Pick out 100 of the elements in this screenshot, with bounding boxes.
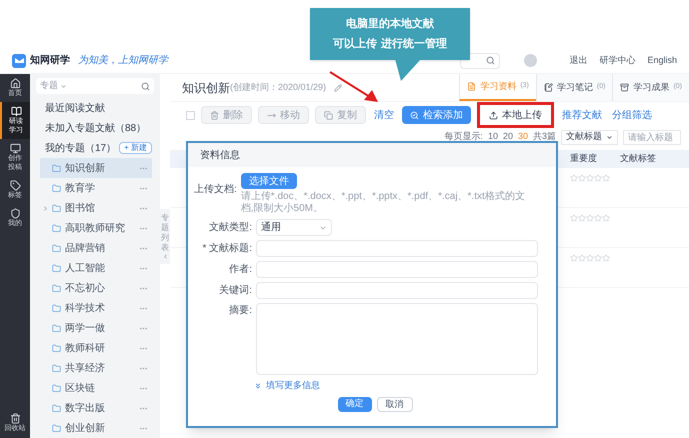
topic-item[interactable]: 教师科研: [40, 338, 152, 358]
local-upload-button[interactable]: 本地上传: [477, 102, 554, 128]
sidebar-link[interactable]: 未加入专题文献（88）: [30, 118, 160, 138]
field-label: * 文献标题:: [202, 242, 253, 256]
topic-item[interactable]: 区块链: [40, 378, 152, 398]
topic-title: 知识创新: [182, 80, 230, 96]
sidebar-link[interactable]: 最近阅读文献: [30, 98, 160, 118]
folder-icon: [52, 284, 61, 292]
folder-icon: [52, 424, 61, 432]
header-link[interactable]: 退出: [569, 54, 588, 68]
chevron-left-icon: [162, 252, 168, 260]
topic-item[interactable]: 不忘初心: [40, 278, 152, 298]
folder-icon: [52, 364, 61, 372]
topic-item[interactable]: 知识创新: [40, 158, 152, 178]
rating-star[interactable]: [586, 174, 594, 182]
rating-star[interactable]: [594, 174, 602, 182]
search-icon: [486, 56, 496, 65]
toolbar-icon: [210, 110, 219, 120]
rating-star[interactable]: [578, 214, 586, 222]
toolbar-icon: [267, 110, 276, 120]
folder-icon: [52, 384, 61, 392]
field-label: 作者:: [228, 262, 253, 277]
column-header[interactable]: 重要度: [570, 152, 620, 166]
topic-item[interactable]: 共享经济: [40, 358, 152, 378]
logo-icon: [12, 54, 26, 68]
callout-text: 可以上传 进行统一管理: [333, 36, 447, 52]
topic-item[interactable]: 科学技术: [40, 298, 152, 318]
text-field[interactable]: [256, 282, 538, 299]
folder-icon: [52, 244, 61, 252]
new-topic-button[interactable]: + 新建: [119, 142, 152, 154]
text-field[interactable]: [256, 261, 538, 278]
topic-item[interactable]: 教育学: [40, 178, 152, 198]
more-info-link[interactable]: 填写更多信息: [254, 379, 320, 392]
header-link[interactable]: English: [647, 54, 677, 68]
header-link[interactable]: 研学中心: [599, 54, 636, 68]
rating-star[interactable]: [602, 174, 610, 182]
abstract-field[interactable]: [256, 303, 538, 375]
toolbar-link[interactable]: 分组筛选: [610, 108, 654, 122]
page-size-option[interactable]: 20: [502, 130, 513, 144]
field-label: 关键词:: [218, 284, 253, 298]
topic-item[interactable]: 两学一做: [40, 318, 152, 338]
page-size-option[interactable]: 10: [488, 130, 498, 144]
my-topics-label: 我的专题（17）: [45, 142, 116, 156]
topic-item[interactable]: 创业创新: [40, 418, 152, 438]
nav-icon: [10, 78, 20, 89]
rating-star[interactable]: [570, 214, 578, 222]
folder-icon: [52, 404, 61, 412]
rating-star[interactable]: [602, 214, 610, 222]
tab-icon: [467, 82, 476, 91]
field-select[interactable]: 文献标题: [561, 130, 618, 144]
folder-icon: [52, 344, 61, 352]
search-icon[interactable]: [141, 82, 150, 90]
pointer-arrow: [328, 70, 380, 104]
field-label: 摘要:: [228, 304, 253, 318]
toolbar-link[interactable]: 推荐文献: [560, 108, 604, 122]
expand-icon: [254, 382, 262, 390]
field-label: 文献类型:: [208, 220, 253, 235]
chevron-down-icon: [60, 82, 67, 90]
avatar[interactable]: [524, 54, 538, 67]
folder-icon: [52, 304, 61, 312]
folder-icon: [52, 204, 61, 212]
edit-icon[interactable]: [334, 84, 342, 92]
upload-icon: [489, 110, 498, 120]
rating-star[interactable]: [602, 254, 610, 262]
total-count: 共3篇: [532, 130, 556, 144]
search-icon: [410, 110, 419, 120]
slogan: 为知美，上知网研学: [78, 54, 168, 68]
page-size-label: 每页显示:: [444, 130, 483, 144]
title-search-field[interactable]: 请输入标题: [623, 130, 681, 144]
nav-icon: [10, 143, 20, 154]
rating-star[interactable]: [578, 174, 586, 182]
toolbar-link[interactable]: 清空: [372, 108, 396, 122]
type-select[interactable]: 通用: [256, 219, 332, 236]
field-label: 上传文档:: [194, 184, 238, 195]
rating-star[interactable]: [586, 214, 594, 222]
rating-star[interactable]: [570, 254, 578, 262]
trash-icon: [10, 412, 20, 424]
rating-star[interactable]: [570, 174, 578, 182]
topic-item[interactable]: 品牌营销: [40, 238, 152, 258]
upload-hint: 请上传*.doc、*.docx、*.ppt、*.pptx、*.pdf、*.caj、*.txt格式的文档,限制大小50M。: [240, 191, 526, 215]
rating-star[interactable]: [586, 254, 594, 262]
nav-icon: [10, 106, 22, 117]
rating-star[interactable]: [594, 214, 602, 222]
text-field[interactable]: [256, 240, 538, 257]
topic-item[interactable]: 图书馆: [40, 198, 152, 218]
rating-star[interactable]: [594, 254, 602, 262]
folder-icon: [52, 324, 61, 332]
folder-icon: [52, 164, 61, 172]
rating-star[interactable]: [578, 254, 586, 262]
callout-text: 电脑里的本地文献: [346, 16, 434, 32]
tab-icon: [544, 83, 553, 92]
expand-icon[interactable]: [42, 204, 49, 212]
topic-item[interactable]: 数字出版: [40, 398, 152, 418]
toolbar-icon: [324, 110, 333, 120]
chevron-down-icon: [606, 134, 613, 140]
select-all-checkbox[interactable]: [186, 110, 195, 120]
topic-item[interactable]: 高职教师研究: [40, 218, 152, 238]
dialog-button[interactable]: 取消: [376, 396, 412, 412]
topic-item[interactable]: 人工智能: [40, 258, 152, 278]
created-date: (创建时间：2020/01/29): [230, 80, 326, 94]
